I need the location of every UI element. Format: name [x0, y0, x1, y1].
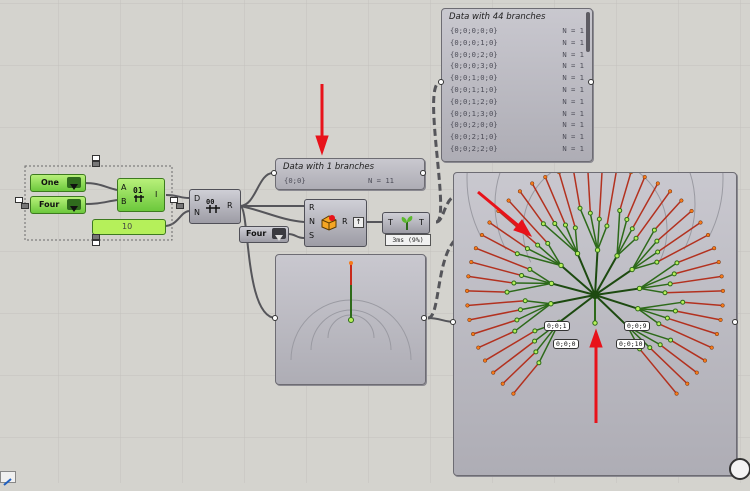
annotation-arrows	[0, 0, 750, 483]
navigation-widget-icon[interactable]	[729, 458, 750, 480]
cursor-icon	[0, 471, 16, 483]
